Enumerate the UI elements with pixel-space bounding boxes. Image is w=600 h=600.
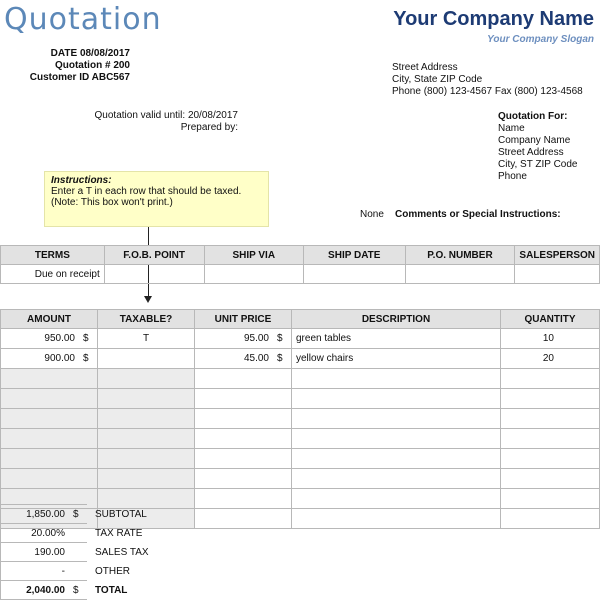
tax-rate-value[interactable]: 20.00% <box>0 523 69 543</box>
table-row <box>0 468 600 489</box>
unit-price-currency: $ <box>273 328 292 349</box>
tax-rate-label: TAX RATE <box>95 527 143 539</box>
ship-via-header: SHIP VIA <box>203 245 305 265</box>
table-row <box>0 408 600 429</box>
pointer-arrow-icon <box>144 296 152 303</box>
quantity-cell[interactable]: 20 <box>500 348 600 369</box>
sender-city: City, State ZIP Code <box>392 74 483 85</box>
po-number-cell[interactable] <box>404 264 516 284</box>
client-name: Name <box>498 123 525 134</box>
client-company: Company Name <box>498 135 571 146</box>
instructions-body: Enter a T in each row that should be tax… <box>51 186 242 208</box>
sales-tax-row: 190.00 SALES TAX <box>0 542 154 562</box>
amount-currency: $ <box>79 348 98 369</box>
items-table: AMOUNT TAXABLE? UNIT PRICE DESCRIPTION Q… <box>0 309 600 529</box>
quote-number-label: Quotation # <box>54 60 111 71</box>
company-slogan: Your Company Slogan <box>487 34 594 45</box>
unit-price-cell[interactable]: 95.00 <box>194 328 273 349</box>
customer-id-label: Customer ID <box>29 72 90 83</box>
date-value: 08/08/2017 <box>79 48 130 59</box>
ship-date-cell[interactable] <box>303 264 406 284</box>
client-city: City, ST ZIP Code <box>498 159 578 170</box>
other-value[interactable]: - <box>0 561 69 581</box>
totals-table: 1,850.00 $ SUBTOTAL 20.00% TAX RATE 190.… <box>0 504 154 600</box>
comments: None Comments or Special Instructions: <box>360 209 600 221</box>
instructions-title: Instructions: <box>51 175 112 186</box>
shipping-header-row: TERMS F.O.B. POINT SHIP VIA SHIP DATE P.… <box>0 245 600 265</box>
sender-street: Street Address <box>392 62 458 73</box>
table-row <box>0 368 600 389</box>
description-cell[interactable]: green tables <box>291 328 501 349</box>
subtotal-label: SUBTOTAL <box>95 508 147 520</box>
table-row: 950.00 $ T 95.00 $ green tables 10 <box>0 328 600 349</box>
po-number-header: P.O. NUMBER <box>404 245 516 265</box>
subtotal-value: 1,850.00 <box>0 504 69 524</box>
unit-price-cell[interactable]: 45.00 <box>194 348 273 369</box>
table-row <box>0 448 600 469</box>
prepared-by-label: Prepared by: <box>180 122 238 133</box>
quantity-cell[interactable]: 10 <box>500 328 600 349</box>
date-label: DATE <box>50 48 78 59</box>
quotation-for-heading: Quotation For: <box>498 111 568 122</box>
quotation-for: Quotation For: Name Company Name Street … <box>498 111 598 183</box>
client-phone: Phone <box>498 171 527 182</box>
amount-cell[interactable]: 900.00 <box>0 348 79 369</box>
quotation-logo: Quotation <box>4 2 162 37</box>
comments-label: Comments or Special Instructions: <box>395 209 561 220</box>
meta-labels: DATE 08/08/2017 Quotation # 200 Customer… <box>20 48 130 84</box>
company-name: Your Company Name <box>393 8 594 30</box>
table-row: 900.00 $ 45.00 $ yellow chairs 20 <box>0 348 600 369</box>
sender-phone: Phone (800) 123-4567 Fax (800) 123-4568 <box>392 86 583 97</box>
shipping-table: TERMS F.O.B. POINT SHIP VIA SHIP DATE P.… <box>0 245 600 284</box>
subtotal-currency: $ <box>69 504 87 524</box>
description-cell[interactable]: yellow chairs <box>291 348 501 369</box>
sender-address: Street Address City, State ZIP Code Phon… <box>392 62 592 98</box>
other-row: - OTHER <box>0 561 154 581</box>
ship-via-cell[interactable] <box>203 264 305 284</box>
amount-header: AMOUNT <box>0 309 98 329</box>
total-row: 2,040.00 $ TOTAL <box>0 580 154 600</box>
other-label: OTHER <box>95 565 130 577</box>
unit-price-header: UNIT PRICE <box>194 309 292 329</box>
total-label: TOTAL <box>95 584 128 596</box>
total-currency: $ <box>69 580 87 600</box>
valid-until-label: Quotation valid until: <box>94 110 186 121</box>
amount-cell[interactable]: 950.00 <box>0 328 79 349</box>
amount-currency: $ <box>79 328 98 349</box>
customer-id-value: ABC567 <box>91 72 130 83</box>
table-row <box>0 388 600 409</box>
table-row <box>0 428 600 449</box>
subtotal-row: 1,850.00 $ SUBTOTAL <box>0 504 154 524</box>
quote-number-value: 200 <box>113 60 130 71</box>
fob-point-cell[interactable] <box>103 264 205 284</box>
sales-tax-value: 190.00 <box>0 542 69 562</box>
terms-header: TERMS <box>0 245 105 265</box>
items-header-row: AMOUNT TAXABLE? UNIT PRICE DESCRIPTION Q… <box>0 309 600 329</box>
client-street: Street Address <box>498 147 564 158</box>
quantity-header: QUANTITY <box>500 309 600 329</box>
unit-price-currency: $ <box>273 348 292 369</box>
instructions-note: Instructions: Enter a T in each row that… <box>44 171 269 227</box>
validity-block: Quotation valid until: 20/08/2017 Prepar… <box>60 110 238 134</box>
shipping-row: Due on receipt <box>0 264 600 284</box>
sales-tax-label: SALES TAX <box>95 546 149 558</box>
taxable-cell[interactable]: T <box>97 328 195 349</box>
total-value: 2,040.00 <box>0 580 69 600</box>
tax-rate-row: 20.00% TAX RATE <box>0 523 154 543</box>
terms-cell[interactable]: Due on receipt <box>0 264 105 284</box>
salesperson-header: SALESPERSON <box>514 245 600 265</box>
taxable-header: TAXABLE? <box>97 309 195 329</box>
description-header: DESCRIPTION <box>291 309 501 329</box>
valid-until-value: 20/08/2017 <box>187 110 238 121</box>
comments-value: None <box>360 209 384 220</box>
ship-date-header: SHIP DATE <box>303 245 406 265</box>
salesperson-cell[interactable] <box>514 264 600 284</box>
fob-point-header: F.O.B. POINT <box>103 245 205 265</box>
taxable-cell[interactable] <box>97 348 195 369</box>
